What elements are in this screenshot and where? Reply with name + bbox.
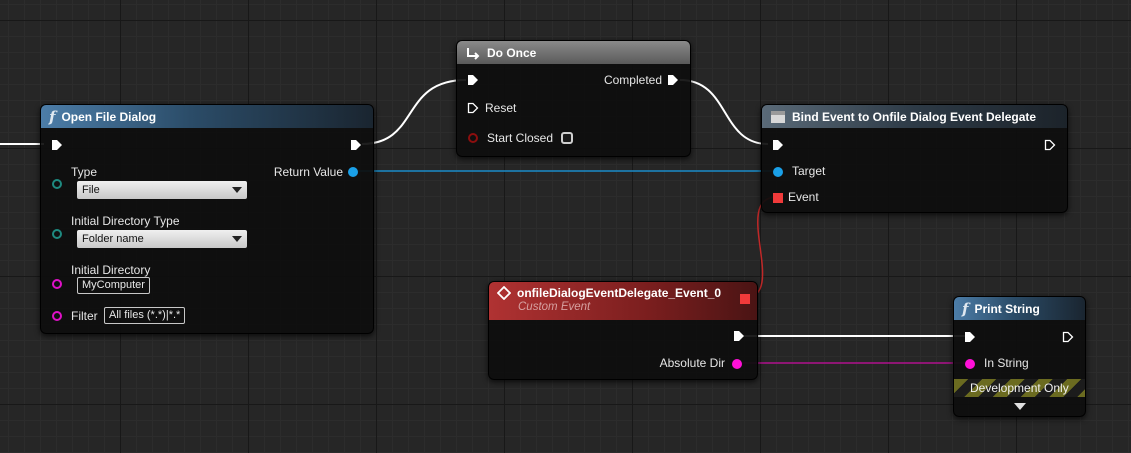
node-title: Open File Dialog [61,109,157,124]
exec-in-pin[interactable] [51,139,63,151]
in-string-label: In String [984,356,1029,370]
node-header[interactable]: Do Once [457,41,690,64]
chevron-down-icon [232,236,242,242]
function-icon: f [962,299,969,318]
node-header[interactable]: f Print String [954,297,1085,320]
initial-directory-type-label: Initial Directory Type [71,214,180,228]
type-dropdown-value: File [82,184,100,196]
node-open-file-dialog[interactable]: f Open File Dialog Return Value Type Fil… [40,104,374,334]
node-header[interactable]: onfileDialogEventDelegate_Event_0 Custom… [489,282,757,320]
node-do-once[interactable]: Do Once Completed Reset Start Closed [456,40,691,157]
in-string-pin[interactable] [965,359,975,369]
filter-label: Filter [71,309,98,323]
start-closed-label: Start Closed [487,131,554,145]
initial-directory-label: Initial Directory [71,263,151,277]
node-subtitle: Custom Event [518,301,591,313]
initial-directory-type-pin[interactable] [52,229,62,239]
node-custom-event[interactable]: onfileDialogEventDelegate_Event_0 Custom… [488,281,758,380]
return-value-label: Return Value [273,165,343,179]
filter-pin[interactable] [52,311,62,321]
exec-out-pin[interactable] [1044,139,1056,151]
absolute-dir-label: Absolute Dir [659,356,725,370]
node-title: Do Once [487,45,537,60]
return-value-pin[interactable] [348,167,358,177]
initial-directory-type-dropdown[interactable]: Folder name [77,230,247,248]
node-header[interactable]: Bind Event to Onfile Dialog Event Delega… [762,105,1067,128]
chevron-down-icon [232,187,242,193]
exec-in-pin[interactable] [467,74,479,86]
target-label: Target [792,164,826,178]
event-diamond-icon [497,286,511,300]
start-closed-pin[interactable] [468,133,478,143]
delegate-out-pin[interactable] [740,294,750,304]
start-closed-checkbox[interactable] [561,132,573,144]
type-pin[interactable] [52,179,62,189]
exec-out-pin[interactable] [733,330,745,342]
do-once-icon [467,47,480,60]
chevron-down-icon[interactable] [1014,403,1026,410]
node-bind-event[interactable]: Bind Event to Onfile Dialog Event Delega… [761,104,1068,213]
initial-directory-type-dropdown-value: Folder name [82,233,144,245]
reset-label: Reset [485,101,517,115]
node-print-string[interactable]: f Print String In String Development Onl… [953,296,1086,417]
type-label: Type [71,165,98,179]
initial-directory-pin[interactable] [52,279,62,289]
exec-in-pin[interactable] [964,331,976,343]
node-title: Print String [974,301,1040,316]
completed-exec-pin[interactable] [667,74,679,86]
node-title: onfileDialogEventDelegate_Event_0 [517,286,722,300]
exec-out-pin[interactable] [350,139,362,151]
type-dropdown[interactable]: File [77,181,247,199]
reset-exec-pin[interactable] [467,102,479,114]
exec-out-pin[interactable] [1062,331,1074,343]
exec-wire-doonce-to-bind [679,79,769,145]
function-icon: f [49,107,56,126]
event-pin[interactable] [773,193,783,203]
target-pin[interactable] [773,167,783,177]
development-only-label: Development Only [970,381,1069,395]
node-header[interactable]: f Open File Dialog [41,105,373,128]
exec-in-pin[interactable] [772,139,784,151]
absolute-dir-pin[interactable] [732,359,742,369]
filter-input[interactable]: All files (*.*)|*.* [104,307,186,324]
event-label: Event [788,190,819,204]
event-dispatcher-icon [771,110,785,123]
completed-label: Completed [603,73,662,87]
node-title: Bind Event to Onfile Dialog Event Delega… [792,109,1037,124]
initial-directory-input[interactable]: MyComputer [77,277,150,294]
exec-wire-open-to-doonce [361,79,467,145]
